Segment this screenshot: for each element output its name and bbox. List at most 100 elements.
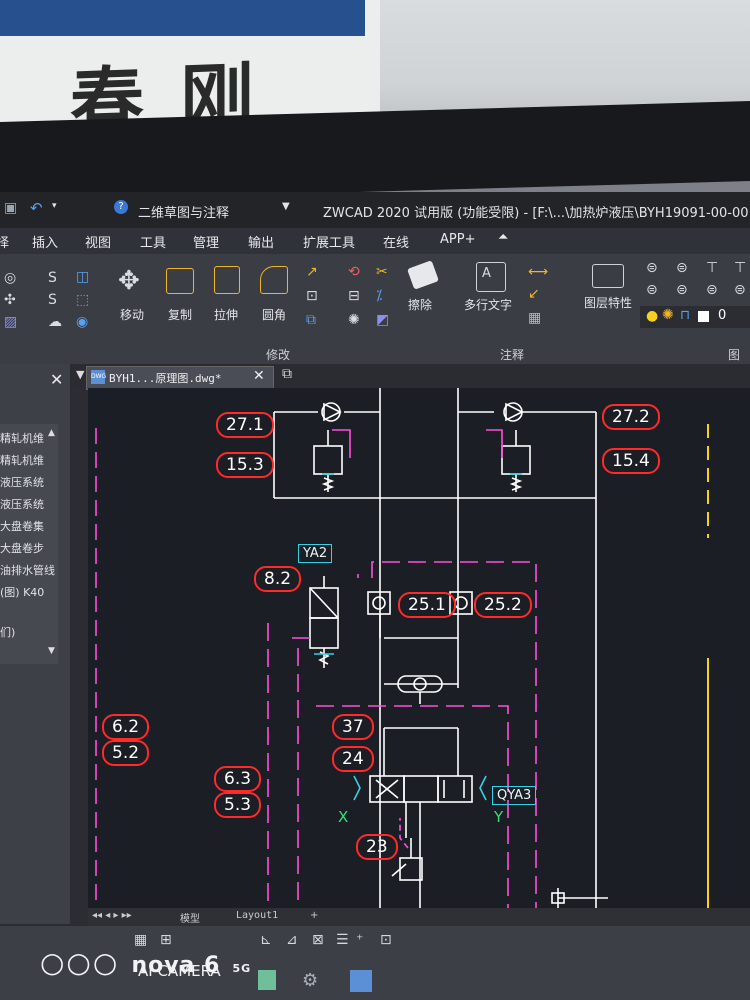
hatch-icon[interactable]: ▨ (4, 314, 17, 330)
mtext-icon[interactable] (476, 262, 506, 292)
table-icon[interactable]: ▦ (528, 310, 541, 326)
tab-model[interactable]: 模型 (180, 910, 200, 925)
lock-icon: ⊓ (680, 308, 691, 323)
ortho-icon[interactable]: ⊾ (260, 932, 272, 948)
donut-icon[interactable]: ◉ (76, 314, 88, 330)
list-item[interactable]: (图) K40 (0, 584, 44, 600)
layer-tool-icon[interactable]: ⊜ (646, 260, 658, 276)
wall-sign-band (0, 0, 365, 36)
menu-view[interactable]: 视图 (85, 232, 111, 251)
list-item[interactable]: 精轧机维 (0, 430, 44, 446)
close-icon[interactable]: ✕ (50, 370, 63, 389)
document-tab[interactable]: DWG BYH1...原理图.dwg* ✕ (86, 366, 274, 390)
section-modify: 修改 (266, 348, 291, 362)
copy-button[interactable]: 复制 (168, 306, 192, 323)
dimension-icon[interactable]: ⟷ (528, 264, 548, 280)
cloud-icon[interactable]: ☁ (48, 314, 62, 330)
callout-5-2: 5.2 (102, 740, 150, 766)
taskbar-app-icon[interactable] (350, 970, 372, 992)
trim-icon[interactable]: ↗ (306, 264, 318, 280)
circle-icon[interactable]: ◎ (4, 270, 16, 286)
point-icon[interactable]: ✣ (4, 292, 16, 308)
layer-dropdown[interactable]: ● ✺ ⊓ 0 (640, 306, 750, 328)
workspace-selector[interactable]: 二维草图与注释 (138, 202, 229, 221)
menu-online[interactable]: 在线 (383, 232, 409, 251)
eraser-icon[interactable] (407, 260, 439, 290)
spline-icon[interactable]: S (48, 270, 57, 286)
layer-tool-icon[interactable]: ⊜ (676, 260, 688, 276)
layer-tool-icon[interactable]: ⊤ (706, 260, 718, 276)
leader-icon[interactable]: ↙ (528, 286, 540, 302)
list-item[interactable]: 精轧机维 (0, 452, 44, 468)
menu-tools[interactable]: 工具 (140, 232, 166, 251)
menu-app-plus[interactable]: APP+ (440, 232, 475, 247)
undo-dropdown-icon[interactable]: ▾ (52, 201, 57, 211)
port-label-y: Y (494, 808, 504, 826)
fillet-icon[interactable] (260, 266, 288, 294)
workspace-dropdown-icon[interactable]: ▼ (282, 201, 290, 212)
list-item[interactable]: 们) (0, 624, 15, 640)
app-menu-icon[interactable]: ▣ (4, 200, 17, 216)
list-item[interactable]: 液压系统 (0, 496, 44, 512)
move-icon[interactable]: ✥ (118, 266, 140, 296)
taskbar-app-icon[interactable] (258, 970, 276, 990)
fillet-button[interactable]: 圆角 (262, 306, 286, 323)
layer-tool-icon[interactable]: ⊜ (734, 282, 746, 298)
layer-properties-icon[interactable] (592, 264, 624, 288)
layer-tool-icon[interactable]: ⊜ (706, 282, 718, 298)
rotate-icon[interactable]: ⟲ (348, 264, 360, 280)
workspace-icon[interactable]: ⊡ (380, 932, 392, 948)
menu-item-partial[interactable]: 择 (0, 232, 9, 251)
list-item[interactable]: 大盘卷集 (0, 518, 44, 534)
dwg-file-icon: DWG (91, 370, 106, 384)
drawing-canvas[interactable]: 27.1 27.2 15.3 15.4 8.2 25.1 25.2 37 24 … (88, 388, 750, 908)
sun-icon: ✺ (662, 307, 674, 323)
mtext-button[interactable]: 多行文字 (464, 296, 512, 313)
list-item[interactable]: 液压系统 (0, 474, 44, 490)
osnap-icon[interactable]: ⊠ (312, 932, 324, 948)
annotation-icon[interactable]: ⁺ (356, 932, 363, 948)
region-icon[interactable]: ◫ (76, 269, 89, 285)
layer-tool-icon[interactable]: ⊜ (646, 282, 658, 298)
layer-properties-button[interactable]: 图层特性 (584, 294, 632, 311)
array-icon[interactable]: ⧉ (306, 312, 316, 328)
layer-tool-icon[interactable]: ⊤ (734, 260, 746, 276)
stretch-button[interactable]: 拉伸 (214, 306, 238, 323)
break-icon[interactable]: ✂ (376, 264, 388, 280)
stretch-icon[interactable] (214, 266, 240, 294)
align-icon[interactable]: ⊟ (348, 288, 360, 304)
menu-extensions[interactable]: 扩展工具 (303, 232, 355, 251)
list-item[interactable]: 大盘卷步 (0, 540, 44, 556)
callout-15-3: 15.3 (216, 452, 274, 478)
lineweight-icon[interactable]: ☰ (336, 932, 349, 948)
layout-nav-icons[interactable]: ◂◂ ◂ ▸ ▸▸ (92, 910, 132, 921)
move-button[interactable]: 移动 (120, 306, 144, 323)
erase-button[interactable]: 擦除 (408, 296, 432, 313)
menu-insert[interactable]: 插入 (32, 232, 58, 251)
tab-layout1[interactable]: Layout1 (236, 910, 278, 921)
boundary-icon[interactable]: ⬚ (76, 292, 89, 308)
ribbon-toggle-icon[interactable]: ⏶ (498, 230, 508, 245)
label-ya2: YA2 (298, 544, 333, 563)
undo-icon[interactable]: ↶ (30, 199, 43, 217)
layer-tool-icon[interactable]: ⊜ (676, 282, 688, 298)
explode-icon[interactable]: ✺ (348, 312, 360, 328)
close-tab-icon[interactable]: ✕ (253, 368, 265, 384)
taskbar-settings-icon[interactable]: ⚙ (302, 970, 318, 991)
join-icon[interactable]: ⁒ (376, 288, 382, 304)
new-tab-icon[interactable]: ⧉ (282, 366, 292, 382)
revcloud-icon[interactable]: S (48, 292, 57, 308)
scale-icon[interactable]: ⊡ (306, 288, 318, 304)
menu-manage[interactable]: 管理 (193, 232, 219, 251)
list-item[interactable]: 油排水管线 (0, 562, 55, 578)
callout-15-4: 15.4 (602, 448, 660, 474)
edit-hatch-icon[interactable]: ◩ (376, 312, 389, 328)
scroll-up-icon[interactable]: ▲ (48, 428, 55, 438)
copy-icon[interactable] (166, 268, 194, 294)
menu-output[interactable]: 输出 (248, 232, 274, 251)
polar-icon[interactable]: ⊿ (286, 932, 298, 948)
add-layout-icon[interactable]: + (310, 910, 318, 921)
help-icon[interactable]: ? (114, 200, 128, 214)
scroll-down-icon[interactable]: ▼ (48, 646, 55, 656)
tab-menu-icon[interactable]: ▼ (76, 368, 84, 381)
